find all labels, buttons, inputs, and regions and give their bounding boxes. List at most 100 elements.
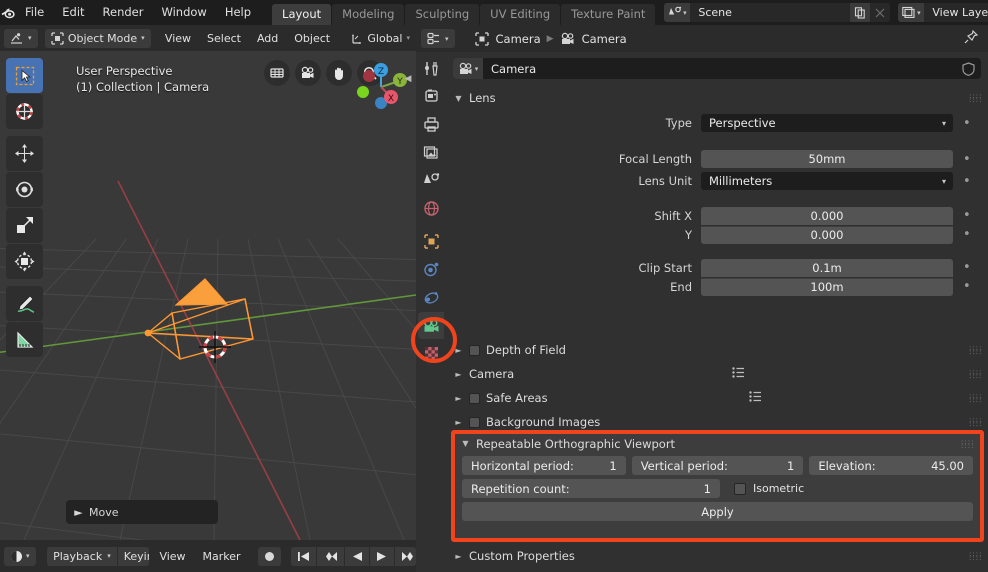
operator-redo-panel[interactable]: ► Move xyxy=(66,500,218,524)
repetition-count-field[interactable]: Repetition count: 1 xyxy=(462,479,720,498)
grid-icon[interactable] xyxy=(264,60,290,86)
animate-property-dot[interactable]: • xyxy=(963,261,971,274)
view-layer-name[interactable]: View Layer xyxy=(924,3,988,22)
panel-grip-icon[interactable]: :::::::: xyxy=(961,438,973,449)
measure-tool[interactable] xyxy=(6,322,43,357)
properties-tab-tool[interactable] xyxy=(418,55,444,82)
panel-grip-icon[interactable]: :::::::: xyxy=(969,417,981,428)
editor-type-properties-icon[interactable]: ▾ xyxy=(421,29,455,48)
triangle-right-icon[interactable]: ► xyxy=(454,370,463,379)
sidebar-collapse-icon[interactable]: ◀ xyxy=(403,65,413,93)
timeline-menu-keying[interactable]: Keying ▾ xyxy=(116,546,150,566)
panel-grip-icon[interactable]: :::::::: xyxy=(969,551,981,562)
camera-data-id-block[interactable]: ▾ Camera xyxy=(453,58,981,79)
editor-type-timeline-icon[interactable]: ▾ xyxy=(4,546,36,566)
clip-start-field[interactable]: 0.1m xyxy=(701,258,953,277)
properties-tab-object-data-camera[interactable] xyxy=(418,312,444,339)
blender-logo-icon[interactable] xyxy=(0,0,16,25)
breadcrumb-camera-data-label[interactable]: Camera xyxy=(582,32,627,46)
animate-property-dot[interactable]: • xyxy=(963,175,971,188)
camera-data-name[interactable]: Camera xyxy=(483,62,955,76)
panel-lens-header[interactable]: ▼ Lens :::::::: xyxy=(446,88,988,108)
presets-list-icon[interactable] xyxy=(749,391,762,405)
panel-grip-icon[interactable]: :::::::: xyxy=(969,345,981,356)
panel-custom-properties-header[interactable]: ► Custom Properties :::::::: xyxy=(446,544,988,568)
panel-grip-icon[interactable]: :::::::: xyxy=(969,369,981,380)
animate-property-dot[interactable]: • xyxy=(963,209,971,222)
viewport-3d[interactable]: User Perspective (1) Collection | Camera xyxy=(0,51,416,540)
apply-button[interactable]: Apply xyxy=(462,502,973,521)
panel-grip-icon[interactable]: :::::::: xyxy=(969,393,981,404)
hand-pan-icon[interactable] xyxy=(326,60,352,86)
next-keyframe-icon[interactable] xyxy=(393,546,417,566)
camera-view-icon[interactable] xyxy=(295,60,321,86)
viewport-menu-view[interactable]: View xyxy=(158,29,198,48)
rotate-tool[interactable] xyxy=(6,172,43,207)
navigation-gizmo[interactable]: Z Y X xyxy=(352,59,410,117)
properties-tab-scene[interactable] xyxy=(418,167,444,194)
menu-render[interactable]: Render xyxy=(94,0,153,25)
workspace-tab-uv-editing[interactable]: UV Editing xyxy=(480,4,561,25)
transform-orientation-dropdown[interactable]: Global ▾ xyxy=(344,29,416,48)
properties-tab-output[interactable] xyxy=(418,111,444,138)
panel-camera-header[interactable]: ► Camera :::::::: xyxy=(446,362,988,386)
presets-list-icon[interactable] xyxy=(732,367,745,381)
menu-window[interactable]: Window xyxy=(152,0,215,25)
move-tool[interactable] xyxy=(6,136,43,171)
properties-tab-modifiers[interactable] xyxy=(418,256,444,283)
panel-safe-areas-header[interactable]: ► Safe Areas :::::::: xyxy=(446,386,988,410)
breadcrumb-object-label[interactable]: Camera xyxy=(496,32,541,46)
animate-property-dot[interactable]: • xyxy=(963,117,971,130)
isometric-checkbox-row[interactable]: Isometric xyxy=(726,479,804,498)
viewport-menu-object[interactable]: Object xyxy=(287,29,337,48)
animate-property-dot[interactable]: • xyxy=(963,153,971,166)
timeline-menu-view[interactable]: View xyxy=(152,547,192,566)
scene-name[interactable]: Scene xyxy=(690,3,851,22)
view-layer-icon[interactable]: ▾ xyxy=(898,3,925,22)
viewport-menu-add[interactable]: Add xyxy=(250,29,285,48)
menu-edit[interactable]: Edit xyxy=(53,0,93,25)
background-images-checkbox[interactable] xyxy=(469,416,480,428)
isometric-checkbox[interactable] xyxy=(734,482,746,495)
annotate-tool[interactable] xyxy=(6,286,43,321)
tweak-select-box-tool[interactable] xyxy=(6,58,43,93)
editor-type-3dview-icon[interactable]: ▾ xyxy=(4,28,38,48)
menu-file[interactable]: File xyxy=(16,0,53,25)
properties-tab-constraints[interactable] xyxy=(418,284,444,311)
timeline-menu-marker[interactable]: Marker xyxy=(196,547,248,566)
menu-help[interactable]: Help xyxy=(216,0,260,25)
camera-data-icon[interactable]: ▾ xyxy=(453,58,483,79)
record-icon[interactable] xyxy=(258,546,282,566)
shift-y-field[interactable]: 0.000 xyxy=(701,225,953,244)
scene-datablock[interactable]: ▾ Scene xyxy=(664,3,891,22)
cursor-tool[interactable] xyxy=(6,94,43,129)
triangle-down-icon[interactable]: ▼ xyxy=(454,94,463,103)
lens-type-dropdown[interactable]: Perspective ▾ xyxy=(701,114,953,132)
jump-to-start-icon[interactable] xyxy=(290,546,316,566)
scene-icon[interactable]: ▾ xyxy=(664,3,691,22)
viewport-menu-select[interactable]: Select xyxy=(200,29,248,48)
workspace-tab-modeling[interactable]: Modeling xyxy=(332,4,405,25)
unlink-scene-button[interactable] xyxy=(870,3,891,22)
workspace-tab-texture-paint[interactable]: Texture Paint xyxy=(561,4,656,25)
animate-property-dot[interactable]: • xyxy=(963,228,971,241)
triangle-right-icon[interactable]: ► xyxy=(454,346,463,355)
triangle-right-icon[interactable]: ► xyxy=(454,418,463,427)
shift-x-field[interactable]: 0.000 xyxy=(701,206,953,225)
triangle-down-icon[interactable]: ▼ xyxy=(461,439,470,448)
new-scene-button[interactable] xyxy=(850,3,871,22)
lens-unit-dropdown[interactable]: Millimeters ▾ xyxy=(701,172,953,190)
scale-tool[interactable] xyxy=(6,208,43,243)
addon-panel-header[interactable]: ▼ Repeatable Orthographic Viewport :::::… xyxy=(455,434,980,453)
vertical-period-field[interactable]: Vertical period: 1 xyxy=(631,456,804,475)
play-reverse-icon[interactable] xyxy=(343,546,369,566)
prev-keyframe-icon[interactable] xyxy=(315,546,344,566)
workspace-tab-layout[interactable]: Layout xyxy=(272,4,332,25)
properties-tab-render[interactable] xyxy=(418,83,444,110)
properties-tab-texture[interactable] xyxy=(418,340,444,367)
properties-tab-object[interactable] xyxy=(418,228,444,255)
panel-depth-of-field-header[interactable]: ► Depth of Field :::::::: xyxy=(446,338,988,362)
timeline-menu-playback[interactable]: Playback ▾ xyxy=(47,546,117,566)
transform-tool[interactable] xyxy=(6,244,43,279)
horizontal-period-field[interactable]: Horizontal period: 1 xyxy=(462,456,626,475)
